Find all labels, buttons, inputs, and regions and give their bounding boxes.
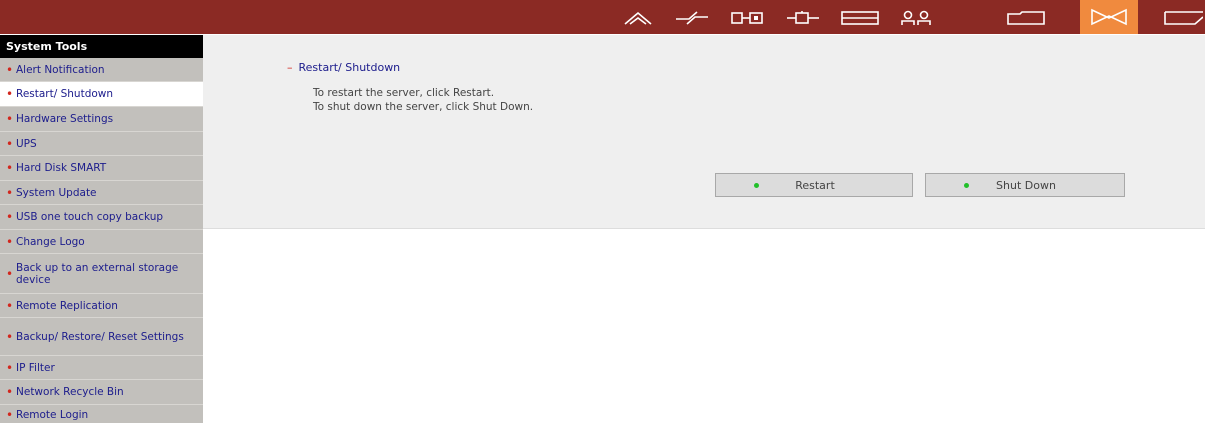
sidebar-item[interactable]: • Change Logo <box>0 230 203 254</box>
bullet-icon: • <box>6 385 14 399</box>
sidebar-item[interactable]: • Remote Replication <box>0 294 203 318</box>
log-icon[interactable] <box>1160 6 1205 30</box>
network-icon[interactable] <box>666 6 718 30</box>
sidebar-item[interactable]: • System Update <box>0 181 203 205</box>
sidebar-item-label: Back up to an external storage device <box>16 261 179 286</box>
bullet-icon: • <box>6 87 14 101</box>
bullet-icon: • <box>6 407 14 422</box>
sidebar-item[interactable]: • Alert Notification <box>0 58 203 82</box>
sidebar-item-label: UPS <box>16 137 37 150</box>
sidebar-item-label: Hardware Settings <box>16 113 114 125</box>
sidebar-item[interactable]: • Remote Login <box>0 405 203 423</box>
sidebar-item[interactable]: • Restart/ Shutdown <box>0 82 203 107</box>
adapter-icon[interactable] <box>777 6 829 30</box>
restart-button[interactable]: Restart <box>715 173 913 197</box>
bullet-icon: • <box>6 360 14 375</box>
sidebar-item-label: IP Filter <box>16 361 55 374</box>
sidebar-item-label: Alert Notification <box>16 63 105 76</box>
server-icon[interactable] <box>834 6 886 30</box>
main-panel: – Restart/ Shutdown To restart the server… <box>203 35 1205 229</box>
bullet-icon: • <box>6 266 14 281</box>
bullet-icon: • <box>6 329 14 344</box>
sidebar-item[interactable]: • Hard Disk SMART <box>0 156 203 181</box>
sidebar-item-label: Hard Disk SMART <box>16 162 107 174</box>
sidebar-item-label: Remote Login <box>16 408 89 421</box>
home-icon[interactable] <box>612 6 664 30</box>
share-icon[interactable] <box>1000 6 1052 30</box>
bullet-icon: • <box>6 161 14 175</box>
shutdown-button[interactable]: Shut Down <box>925 173 1125 197</box>
bullet-icon: • <box>6 112 14 126</box>
restart-description: To restart the server, click Restart. <box>313 87 495 99</box>
sidebar-item[interactable]: • Backup/ Restore/ Reset Settings <box>0 318 203 356</box>
collapse-icon[interactable]: – <box>287 61 293 74</box>
bullet-icon: • <box>6 136 14 151</box>
sidebar-item-label: USB one touch copy backup <box>16 211 164 223</box>
sidebar-item-label: Change Logo <box>16 235 85 248</box>
sidebar-item-label: Restart/ Shutdown <box>16 88 114 100</box>
bullet-icon: • <box>6 298 14 313</box>
top-navigation-bar <box>0 0 1205 34</box>
bullet-icon: • <box>6 234 14 249</box>
sidebar-item-label: Backup/ Restore/ Reset Settings <box>16 330 184 343</box>
bullet-icon: • <box>6 62 14 77</box>
sidebar-item[interactable]: • IP Filter <box>0 356 203 380</box>
bullet-icon: • <box>6 185 14 200</box>
sidebar: System Tools • Alert Notification • Restart… <box>0 35 203 423</box>
shutdown-description: To shut down the server, click Shut Down… <box>313 101 534 113</box>
sidebar-title: System Tools <box>0 35 203 58</box>
bullet-icon: • <box>6 210 14 224</box>
users-icon[interactable] <box>890 6 942 30</box>
system-tools-icon[interactable] <box>1080 0 1138 34</box>
restart-button-label: Restart <box>795 179 835 192</box>
sidebar-item-label: Remote Replication <box>16 299 118 312</box>
section-title[interactable]: – Restart/ Shutdown <box>287 61 400 74</box>
section-title-label: Restart/ Shutdown <box>298 61 401 74</box>
sidebar-menu: • Alert Notification • Restart/ Shutdown • Ha… <box>0 58 203 423</box>
sidebar-item[interactable]: • UPS <box>0 132 203 156</box>
sidebar-item[interactable]: • USB one touch copy backup <box>0 205 203 230</box>
sidebar-item-label: Network Recycle Bin <box>16 386 124 398</box>
sidebar-item[interactable]: • Back up to an external storage device <box>0 254 203 294</box>
sidebar-item[interactable]: • Network Recycle Bin <box>0 380 203 405</box>
sidebar-item-label: System Update <box>16 186 97 199</box>
sidebar-item[interactable]: • Hardware Settings <box>0 107 203 132</box>
shutdown-button-label: Shut Down <box>996 179 1056 192</box>
device-icon[interactable] <box>721 6 773 30</box>
